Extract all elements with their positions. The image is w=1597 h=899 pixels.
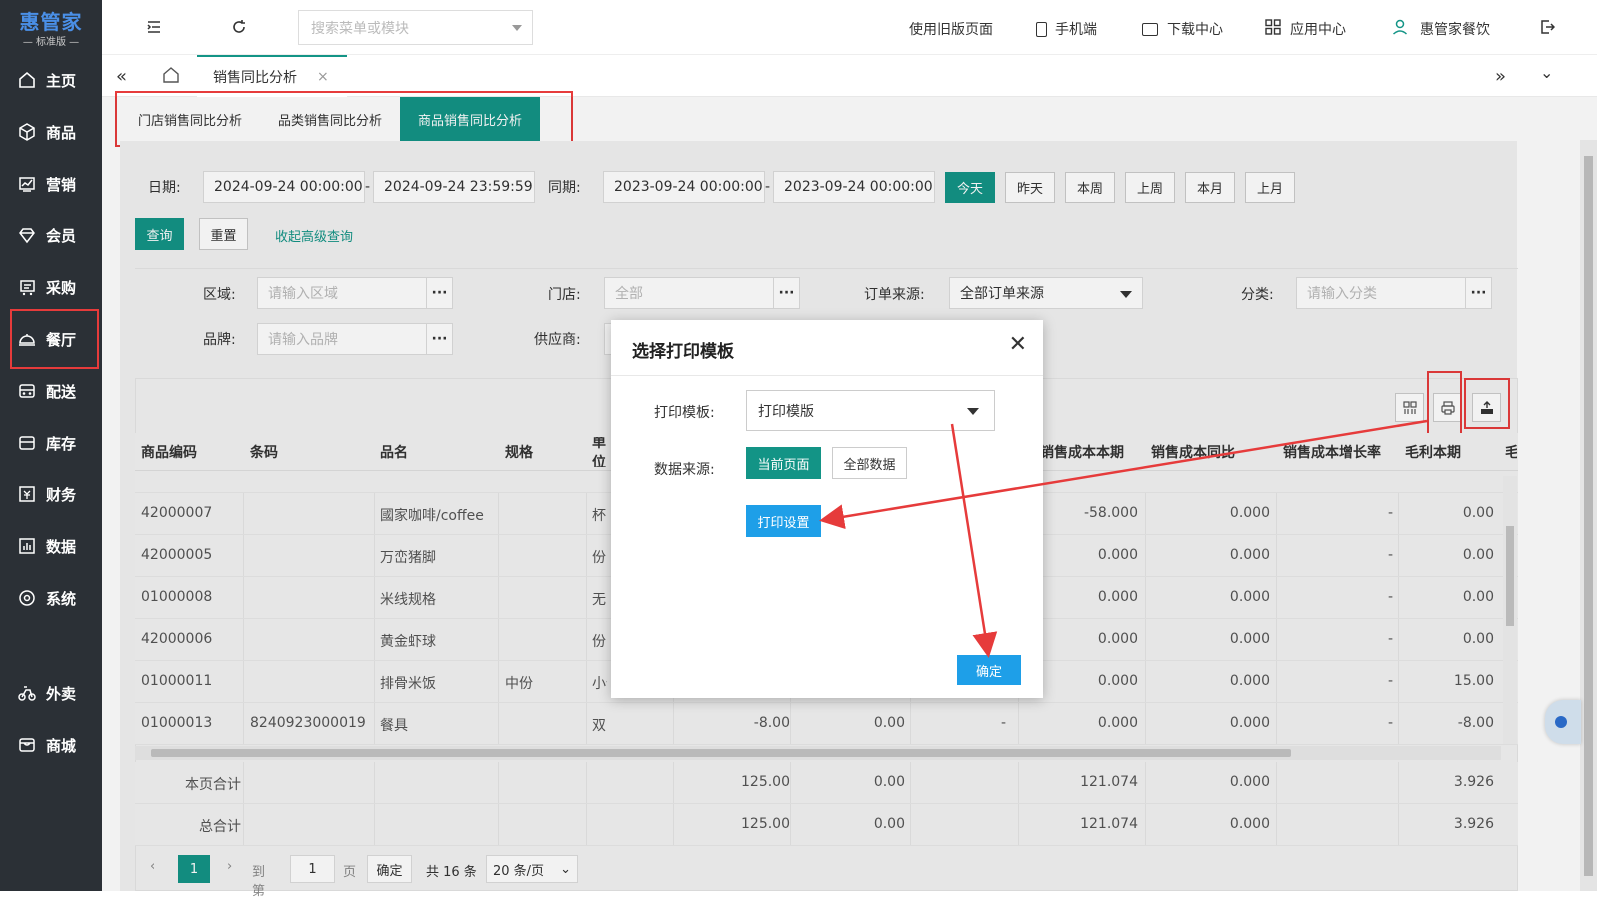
logo: 惠管家 — 标准版 — (0, 0, 102, 53)
sidebar-item-label: 数据 (46, 536, 76, 557)
menu-toggle-icon[interactable] (146, 19, 162, 35)
sidebar-item-label: 配送 (46, 381, 76, 402)
sidebar-item-delivery[interactable]: 配送 (0, 370, 102, 412)
mobile-link[interactable]: 手机端 (1036, 19, 1097, 39)
template-label: 打印模板: (654, 402, 715, 422)
sidebar-item-label: 会员 (46, 225, 76, 246)
finance-icon (18, 485, 36, 503)
sidebar-item-mall[interactable]: 商城 (0, 724, 102, 766)
phone-icon (1036, 22, 1047, 37)
box-icon (18, 123, 36, 141)
download-label: 下载中心 (1167, 19, 1223, 39)
sidebar-item-takeout[interactable]: 外卖 (0, 672, 102, 714)
old-page-link[interactable]: 使用旧版页面 (909, 19, 993, 39)
data-source-label: 数据来源: (654, 459, 715, 479)
double-chevron-left-icon[interactable]: « (116, 66, 127, 87)
template-value: 打印模版 (758, 401, 814, 421)
grid-icon (1265, 19, 1281, 39)
app-center-link[interactable]: 应用中心 (1265, 19, 1346, 39)
user-icon (1392, 19, 1408, 39)
tab-label: 销售同比分析 (213, 67, 297, 87)
sidebar-item-marketing[interactable]: 营销 (0, 163, 102, 205)
sidebar-item-label: 营销 (46, 174, 76, 195)
sidebar-item-goods[interactable]: 商品 (0, 111, 102, 153)
chart-icon (18, 175, 36, 193)
dialog-divider (611, 375, 1043, 376)
current-page-button[interactable]: 当前页面 (746, 447, 821, 479)
sidebar-item-inventory[interactable]: 库存 (0, 422, 102, 464)
double-chevron-right-icon[interactable]: » (1495, 66, 1506, 87)
user-menu[interactable]: 惠管家餐饮 (1392, 19, 1490, 39)
logout-icon[interactable] (1539, 19, 1555, 39)
search-placeholder: 搜索菜单或模块 (311, 18, 409, 38)
brand-edition: — 标准版 — (23, 33, 79, 48)
close-tab-icon[interactable]: × (317, 69, 329, 85)
bike-icon (18, 684, 36, 702)
apps-label: 应用中心 (1290, 19, 1346, 39)
sidebar-item-system[interactable]: 系统 (0, 577, 102, 619)
home-icon (18, 71, 36, 89)
store-icon (18, 736, 36, 754)
home-tab-icon[interactable] (162, 66, 180, 88)
sidebar-item-label: 商品 (46, 122, 76, 143)
sidebar-item-label: 主页 (46, 70, 76, 91)
menu-search-input[interactable]: 搜索菜单或模块 (298, 10, 533, 45)
highlight-box-restaurant (10, 309, 99, 369)
inventory-icon (18, 434, 36, 452)
mobile-label: 手机端 (1055, 19, 1097, 39)
sidebar-item-label: 商城 (46, 735, 76, 756)
sidebar-item-purchase[interactable]: 采购 (0, 266, 102, 308)
close-icon[interactable]: ✕ (1009, 332, 1027, 357)
sidebar-item-label: 采购 (46, 277, 76, 298)
sidebar-item-label: 库存 (46, 433, 76, 454)
data-icon (18, 537, 36, 555)
all-data-button[interactable]: 全部数据 (832, 447, 907, 479)
user-name: 惠管家餐饮 (1420, 19, 1490, 39)
cart-icon (18, 278, 36, 296)
sidebar: 惠管家 — 标准版 — 主页 商品 营销 会员 采购 餐厅 配送 库存 财务 数… (0, 0, 102, 891)
confirm-button[interactable]: 确定 (957, 655, 1021, 685)
sidebar-item-label: 系统 (46, 588, 76, 609)
monitor-icon (1142, 23, 1158, 36)
template-select[interactable]: 打印模版 (746, 390, 995, 431)
print-template-dialog: 选择打印模板 ✕ 打印模板: 打印模版 数据来源: 当前页面 全部数据 打印设置… (611, 320, 1043, 698)
dialog-title: 选择打印模板 (632, 337, 734, 362)
refresh-icon[interactable] (231, 19, 247, 35)
topbar: 搜索菜单或模块 使用旧版页面 手机端 下载中心 应用中心 惠管家餐饮 (102, 0, 1597, 55)
settings-icon (18, 589, 36, 607)
sidebar-item-finance[interactable]: 财务 (0, 473, 102, 515)
delivery-icon (18, 382, 36, 400)
brand-name: 惠管家 (20, 6, 83, 35)
sidebar-item-label: 外卖 (46, 683, 76, 704)
print-settings-button[interactable]: 打印设置 (746, 505, 821, 537)
chevron-down-icon[interactable]: ⌄ (1540, 63, 1553, 82)
sidebar-item-member[interactable]: 会员 (0, 214, 102, 256)
sidebar-item-label: 财务 (46, 484, 76, 505)
sidebar-item-home[interactable]: 主页 (0, 59, 102, 101)
sidebar-item-data[interactable]: 数据 (0, 525, 102, 567)
diamond-icon (18, 226, 36, 244)
download-center-link[interactable]: 下载中心 (1142, 19, 1223, 39)
caret-down-icon (967, 408, 979, 415)
chevron-down-icon (512, 25, 522, 31)
